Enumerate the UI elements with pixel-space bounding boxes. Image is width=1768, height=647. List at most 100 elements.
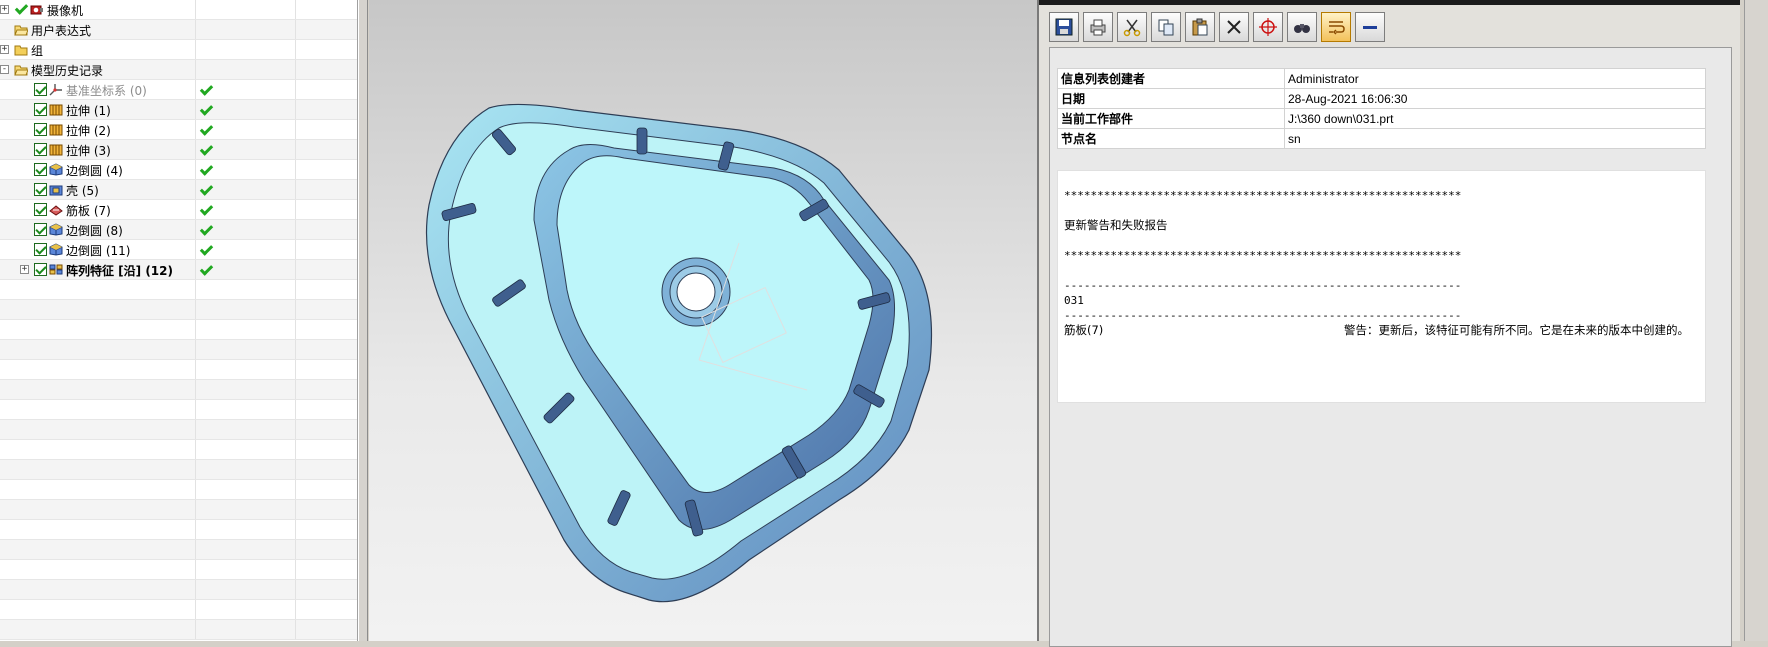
nav-empty-row [0,520,357,540]
nav-cell-name: 边倒圆 (8) [0,220,196,239]
expand-icon[interactable]: + [20,265,29,274]
nav-row[interactable]: + 阵列特征 [沿] (12) [0,260,357,280]
paste-button[interactable] [1185,12,1215,42]
visibility-checkbox[interactable] [34,83,47,96]
nav-row[interactable]: 筋板 (7) [0,200,357,220]
nav-cell-name: - 模型历史记录 [0,60,196,79]
nav-cell-extra [296,260,357,279]
meta-key: 当前工作部件 [1057,108,1285,129]
visibility-checkbox[interactable] [34,223,47,236]
checkmark-icon [199,104,212,115]
copy-button[interactable] [1151,12,1181,42]
visibility-checkbox[interactable] [34,163,47,176]
nav-row[interactable]: 拉伸 (3) [0,140,357,160]
nav-empty-row [0,300,357,320]
paste-icon [1190,17,1210,37]
checkmark-icon [199,84,212,95]
meta-value: Administrator [1284,68,1706,89]
nav-cell-extra [296,120,357,139]
report-stars: ****************************************… [1064,189,1462,202]
visibility-checkbox[interactable] [34,243,47,256]
nav-cell-extra [296,100,357,119]
meta-value: J:\360 down\031.prt [1284,108,1706,129]
expand-icon[interactable]: + [0,45,9,54]
visibility-checkbox[interactable] [34,143,47,156]
nav-item-label: 用户表达式 [31,24,92,38]
folder-open-icon [14,63,29,76]
graphics-viewport[interactable] [369,0,1037,641]
info-toolbar [1049,12,1385,44]
report-title: 更新警告和失败报告 [1064,218,1168,232]
nav-cell-status [196,100,296,119]
nav-cell-extra [296,180,357,199]
nav-item-label: 边倒圆 (4) [66,164,123,178]
save-button[interactable] [1049,12,1079,42]
visibility-checkbox[interactable] [34,263,47,276]
word-wrap-button[interactable] [1321,12,1351,42]
delete-button[interactable] [1219,12,1249,42]
datum-csys-icon [49,83,63,96]
nav-row[interactable]: - 模型历史记录 [0,60,357,80]
nav-empty-row [0,620,357,640]
nav-empty-row [0,540,357,560]
nav-item-label: 壳 (5) [66,184,99,198]
nav-cell-status [196,120,296,139]
cut-button[interactable] [1117,12,1147,42]
nav-cell-name: 壳 (5) [0,180,196,199]
nav-item-label: 阵列特征 [沿] (12) [66,264,173,278]
visibility-checkbox[interactable] [34,123,47,136]
info-scrollbar[interactable] [1744,0,1768,641]
extrude-icon [49,143,63,156]
nav-row[interactable]: 边倒圆 (8) [0,220,357,240]
panel-splitter[interactable] [358,0,368,641]
nav-row[interactable]: 拉伸 (1) [0,100,357,120]
visibility-checkbox[interactable] [34,183,47,196]
nav-cell-extra [296,220,357,239]
nav-cell-name: + 组 [0,40,196,59]
nav-cell-name: + 摄像机 [0,0,196,19]
part-navigator[interactable]: + 摄像机用户表达式 + 组 - 模型历史记录 基准坐标系 (0) 拉伸 (1) 拉伸 (2) 拉… [0,0,358,641]
info-titlebar[interactable] [1039,0,1740,5]
find-point-icon [1258,17,1278,37]
minimize-button[interactable] [1355,12,1385,42]
cut-icon [1122,17,1142,37]
nav-row[interactable]: + 摄像机 [0,0,357,20]
meta-value: 28-Aug-2021 16:06:30 [1284,88,1706,109]
visibility-checkbox[interactable] [34,103,47,116]
nav-row[interactable]: 边倒圆 (11) [0,240,357,260]
info-meta-row: 当前工作部件 J:\360 down\031.prt [1057,108,1706,129]
nav-cell-extra [296,140,357,159]
nav-empty-row [0,320,357,340]
nav-cell-extra [296,160,357,179]
info-meta-table: 信息列表创建者 Administrator 日期 28-Aug-2021 16:06:… [1057,68,1706,149]
info-meta-row: 节点名 sn [1057,128,1706,149]
nav-cell-name: 基准坐标系 (0) [0,80,196,99]
checkmark-icon [199,144,212,155]
visibility-checkbox[interactable] [34,203,47,216]
nav-row[interactable]: 边倒圆 (4) [0,160,357,180]
print-button[interactable] [1083,12,1113,42]
find-point-button[interactable] [1253,12,1283,42]
nav-row[interactable]: 基准坐标系 (0) [0,80,357,100]
binoculars-button[interactable] [1287,12,1317,42]
nav-cell-status [196,220,296,239]
nav-row[interactable]: 拉伸 (2) [0,120,357,140]
extrude-icon [49,103,63,116]
collapse-icon[interactable]: - [0,65,9,74]
checkmark-icon [199,244,212,255]
nav-row[interactable]: 用户表达式 [0,20,357,40]
edge-blend-icon [49,223,63,236]
update-report[interactable]: ****************************************… [1057,170,1706,403]
report-part: 031 [1064,294,1084,307]
nav-cell-name: 拉伸 (3) [0,140,196,159]
nav-row[interactable]: + 组 [0,40,357,60]
nav-cell-extra [296,80,357,99]
nav-empty-row [0,440,357,460]
camera-icon [30,3,44,16]
nav-cell-status [196,180,296,199]
expand-icon[interactable]: + [0,5,9,14]
nav-row[interactable]: 壳 (5) [0,180,357,200]
nav-cell-status [196,160,296,179]
rib-icon [49,203,63,216]
info-panel: 信息列表创建者 Administrator 日期 28-Aug-2021 16:06:… [1049,47,1732,647]
